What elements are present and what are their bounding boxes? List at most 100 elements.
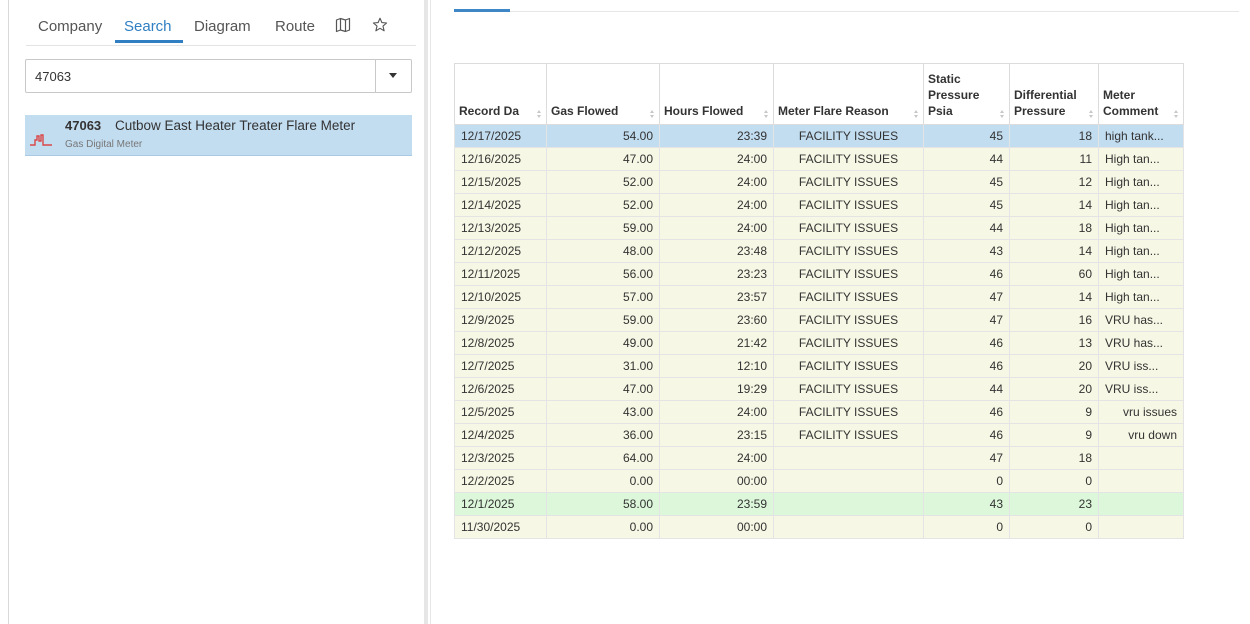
cell-hours-flowed: 23:48 bbox=[659, 239, 774, 263]
cell-record-date: 12/12/2025 bbox=[454, 239, 547, 263]
cell-meter-comment: High tan... bbox=[1098, 216, 1184, 240]
cell-meter-flare-reason: FACILITY ISSUES bbox=[773, 423, 924, 447]
cell-static-pressure: 46 bbox=[923, 354, 1010, 378]
tab-diagram[interactable]: Diagram bbox=[194, 18, 251, 35]
cell-record-date: 12/9/2025 bbox=[454, 308, 547, 332]
tab-search[interactable]: Search bbox=[124, 18, 172, 35]
sort-icon[interactable] bbox=[764, 110, 769, 119]
cell-meter-flare-reason: FACILITY ISSUES bbox=[773, 124, 924, 148]
result-id: 47063 bbox=[65, 118, 102, 133]
sort-icon[interactable] bbox=[1174, 110, 1179, 119]
cell-meter-flare-reason: FACILITY ISSUES bbox=[773, 331, 924, 355]
cell-static-pressure: 47 bbox=[923, 285, 1010, 309]
cell-static-pressure: 46 bbox=[923, 423, 1010, 447]
cell-static-pressure: 44 bbox=[923, 216, 1010, 240]
cell-meter-flare-reason: FACILITY ISSUES bbox=[773, 216, 924, 240]
cell-gas-flowed: 56.00 bbox=[546, 262, 660, 286]
sort-icon[interactable] bbox=[1000, 110, 1005, 119]
cell-meter-flare-reason: FACILITY ISSUES bbox=[773, 308, 924, 332]
cell-meter-comment: VRU has... bbox=[1098, 308, 1184, 332]
cell-differential-pressure: 0 bbox=[1009, 469, 1099, 493]
cell-static-pressure: 46 bbox=[923, 331, 1010, 355]
table-row[interactable]: 12/12/2025 48.00 23:48 FACILITY ISSUES 43 14 H… bbox=[454, 239, 1184, 263]
table-row[interactable]: 11/30/2025 0.00 00:00 0 0 bbox=[454, 515, 1184, 539]
column-header-gas-flowed[interactable]: Gas Flowed bbox=[546, 63, 660, 125]
active-content-tab-indicator[interactable] bbox=[454, 9, 510, 12]
column-header-hours-flowed[interactable]: Hours Flowed bbox=[659, 63, 774, 125]
cell-meter-comment: High tan... bbox=[1098, 170, 1184, 194]
table-row[interactable]: 12/15/2025 52.00 24:00 FACILITY ISSUES 45 12 H… bbox=[454, 170, 1184, 194]
cell-hours-flowed: 24:00 bbox=[659, 170, 774, 194]
cell-record-date: 12/5/2025 bbox=[454, 400, 547, 424]
cell-differential-pressure: 18 bbox=[1009, 216, 1099, 240]
cell-differential-pressure: 12 bbox=[1009, 170, 1099, 194]
cell-static-pressure: 44 bbox=[923, 377, 1010, 401]
sort-icon[interactable] bbox=[914, 110, 919, 119]
column-header-static-pressure[interactable]: Static Pressure Psia bbox=[923, 63, 1010, 125]
cell-differential-pressure: 14 bbox=[1009, 193, 1099, 217]
cell-static-pressure: 43 bbox=[923, 239, 1010, 263]
cell-gas-flowed: 52.00 bbox=[546, 170, 660, 194]
cell-meter-comment: High tan... bbox=[1098, 262, 1184, 286]
cell-static-pressure: 47 bbox=[923, 446, 1010, 470]
cell-record-date: 12/2/2025 bbox=[454, 469, 547, 493]
cell-hours-flowed: 24:00 bbox=[659, 147, 774, 171]
cell-static-pressure: 44 bbox=[923, 147, 1010, 171]
cell-meter-comment: high tank... bbox=[1098, 124, 1184, 148]
star-icon[interactable] bbox=[372, 17, 388, 33]
column-header-differential-pressure[interactable]: Differential Pressure bbox=[1009, 63, 1099, 125]
result-type: Gas Digital Meter bbox=[65, 139, 143, 150]
table-row[interactable]: 12/7/2025 31.00 12:10 FACILITY ISSUES 46 20 VR… bbox=[454, 354, 1184, 378]
cell-record-date: 12/17/2025 bbox=[454, 124, 547, 148]
tab-route[interactable]: Route bbox=[275, 18, 315, 35]
tab-company[interactable]: Company bbox=[38, 18, 102, 35]
table-row[interactable]: 12/17/2025 54.00 23:39 FACILITY ISSUES 45 18 h… bbox=[454, 124, 1184, 148]
cell-static-pressure: 45 bbox=[923, 193, 1010, 217]
table-row[interactable]: 12/5/2025 43.00 24:00 FACILITY ISSUES 46 9 vru… bbox=[454, 400, 1184, 424]
cell-meter-flare-reason: FACILITY ISSUES bbox=[773, 354, 924, 378]
table-row[interactable]: 12/8/2025 49.00 21:42 FACILITY ISSUES 46 13 VR… bbox=[454, 331, 1184, 355]
sort-icon[interactable] bbox=[650, 110, 655, 119]
table-row[interactable]: 12/16/2025 47.00 24:00 FACILITY ISSUES 44 11 H… bbox=[454, 147, 1184, 171]
map-icon[interactable] bbox=[335, 17, 351, 33]
cell-hours-flowed: 24:00 bbox=[659, 400, 774, 424]
cell-gas-flowed: 52.00 bbox=[546, 193, 660, 217]
cell-record-date: 12/6/2025 bbox=[454, 377, 547, 401]
column-header-record-date[interactable]: Record Da bbox=[454, 63, 547, 125]
table-row[interactable]: 12/3/2025 64.00 24:00 47 18 bbox=[454, 446, 1184, 470]
cell-differential-pressure: 20 bbox=[1009, 354, 1099, 378]
cell-meter-flare-reason: FACILITY ISSUES bbox=[773, 400, 924, 424]
table-row[interactable]: 12/6/2025 47.00 19:29 FACILITY ISSUES 44 20 VR… bbox=[454, 377, 1184, 401]
table-row[interactable]: 12/9/2025 59.00 23:60 FACILITY ISSUES 47 16 VR… bbox=[454, 308, 1184, 332]
table-row[interactable]: 12/14/2025 52.00 24:00 FACILITY ISSUES 45 14 H… bbox=[454, 193, 1184, 217]
cell-hours-flowed: 23:23 bbox=[659, 262, 774, 286]
search-result-item[interactable]: 47063 Cutbow East Heater Treater Flare M… bbox=[25, 115, 412, 156]
dropdown-button[interactable] bbox=[375, 60, 411, 92]
table-row[interactable]: 12/11/2025 56.00 23:23 FACILITY ISSUES 46 60 H… bbox=[454, 262, 1184, 286]
cell-static-pressure: 46 bbox=[923, 400, 1010, 424]
column-header-meter-flare-reason[interactable]: Meter Flare Reason bbox=[773, 63, 924, 125]
chevron-down-icon bbox=[389, 73, 397, 78]
cell-record-date: 12/7/2025 bbox=[454, 354, 547, 378]
table-row[interactable]: 12/4/2025 36.00 23:15 FACILITY ISSUES 46 9 vru… bbox=[454, 423, 1184, 447]
table-row[interactable]: 12/2/2025 0.00 00:00 0 0 bbox=[454, 469, 1184, 493]
cell-gas-flowed: 57.00 bbox=[546, 285, 660, 309]
cell-meter-comment: High tan... bbox=[1098, 285, 1184, 309]
cell-gas-flowed: 0.00 bbox=[546, 469, 660, 493]
sort-icon[interactable] bbox=[537, 110, 542, 119]
cell-static-pressure: 0 bbox=[923, 515, 1010, 539]
table-row[interactable]: 12/1/2025 58.00 23:59 43 23 bbox=[454, 492, 1184, 516]
table-row[interactable]: 12/13/2025 59.00 24:00 FACILITY ISSUES 44 18 H… bbox=[454, 216, 1184, 240]
panel-splitter[interactable] bbox=[424, 0, 428, 624]
cell-differential-pressure: 20 bbox=[1009, 377, 1099, 401]
cell-hours-flowed: 24:00 bbox=[659, 193, 774, 217]
sort-icon[interactable] bbox=[1089, 110, 1094, 119]
search-combobox[interactable] bbox=[25, 59, 412, 93]
search-input[interactable] bbox=[26, 60, 376, 92]
cell-meter-comment bbox=[1098, 446, 1184, 470]
table-row[interactable]: 12/10/2025 57.00 23:57 FACILITY ISSUES 47 14 H… bbox=[454, 285, 1184, 309]
cell-gas-flowed: 36.00 bbox=[546, 423, 660, 447]
cell-differential-pressure: 60 bbox=[1009, 262, 1099, 286]
column-header-meter-comment[interactable]: Meter Comment bbox=[1098, 63, 1184, 125]
cell-record-date: 12/14/2025 bbox=[454, 193, 547, 217]
